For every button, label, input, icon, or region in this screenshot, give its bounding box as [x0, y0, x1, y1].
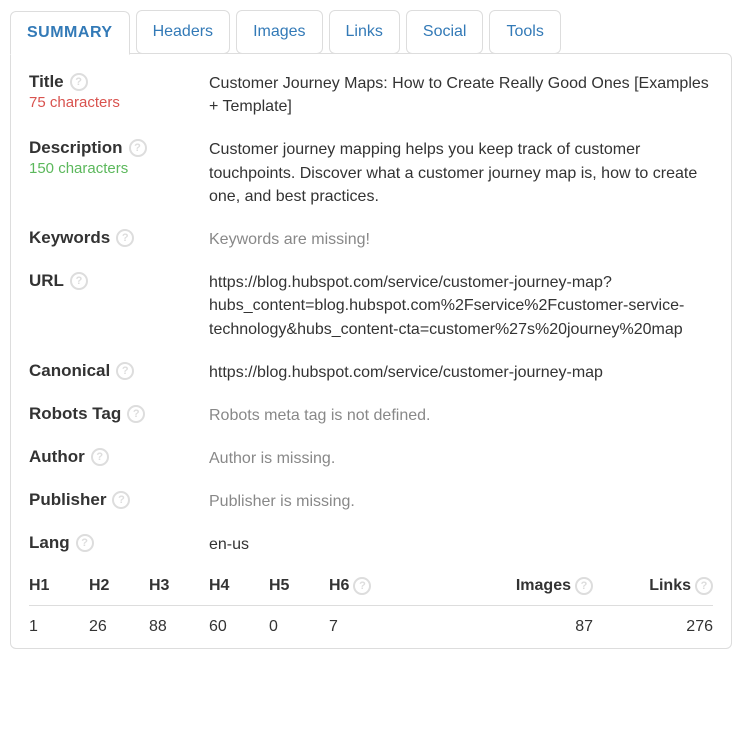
tab-tools[interactable]: Tools — [489, 10, 560, 54]
label-description: Description — [29, 138, 123, 158]
help-icon[interactable]: ? — [575, 577, 593, 595]
label-url: URL — [29, 271, 64, 291]
val-h2: 26 — [89, 618, 107, 636]
col-links: Links — [649, 577, 691, 595]
value-url: https://blog.hubspot.com/service/custome… — [209, 271, 713, 341]
val-h1: 1 — [29, 618, 38, 636]
help-icon[interactable]: ? — [91, 448, 109, 466]
help-icon[interactable]: ? — [116, 362, 134, 380]
help-icon[interactable]: ? — [70, 73, 88, 91]
col-h6: H6 — [329, 577, 349, 595]
row-url: URL ? https://blog.hubspot.com/service/c… — [29, 271, 713, 341]
summary-panel: Title ? 75 characters Customer Journey M… — [10, 53, 732, 649]
value-publisher: Publisher is missing. — [209, 490, 713, 513]
row-author: Author ? Author is missing. — [29, 447, 713, 470]
col-images: Images — [516, 577, 571, 595]
row-keywords: Keywords ? Keywords are missing! — [29, 228, 713, 251]
description-char-count: 150 characters — [29, 160, 209, 177]
val-h4: 60 — [209, 618, 227, 636]
help-icon[interactable]: ? — [70, 272, 88, 290]
tab-headers[interactable]: Headers — [136, 10, 230, 54]
tab-links[interactable]: Links — [329, 10, 400, 54]
val-images: 87 — [443, 618, 593, 636]
val-h3: 88 — [149, 618, 167, 636]
row-description: Description ? 150 characters Customer jo… — [29, 138, 713, 208]
value-lang: en-us — [209, 533, 713, 556]
label-author: Author — [29, 447, 85, 467]
label-lang: Lang — [29, 533, 70, 553]
row-publisher: Publisher ? Publisher is missing. — [29, 490, 713, 513]
row-title: Title ? 75 characters Customer Journey M… — [29, 72, 713, 118]
value-author: Author is missing. — [209, 447, 713, 470]
row-canonical: Canonical ? https://blog.hubspot.com/ser… — [29, 361, 713, 384]
value-title: Customer Journey Maps: How to Create Rea… — [209, 72, 713, 118]
help-icon[interactable]: ? — [116, 229, 134, 247]
value-robots: Robots meta tag is not defined. — [209, 404, 713, 427]
val-h5: 0 — [269, 618, 278, 636]
help-icon[interactable]: ? — [112, 491, 130, 509]
label-keywords: Keywords — [29, 228, 110, 248]
tab-bar: SUMMARY Headers Images Links Social Tool… — [10, 10, 732, 54]
help-icon[interactable]: ? — [129, 139, 147, 157]
label-robots: Robots Tag — [29, 404, 121, 424]
help-icon[interactable]: ? — [353, 577, 371, 595]
value-description: Customer journey mapping helps you keep … — [209, 138, 713, 208]
label-title: Title — [29, 72, 64, 92]
row-lang: Lang ? en-us — [29, 533, 713, 556]
value-canonical: https://blog.hubspot.com/service/custome… — [209, 361, 713, 384]
label-canonical: Canonical — [29, 361, 110, 381]
help-icon[interactable]: ? — [695, 577, 713, 595]
tab-images[interactable]: Images — [236, 10, 322, 54]
help-icon[interactable]: ? — [76, 534, 94, 552]
stats-table: H1 H2 H3 H4 H5 H6? Images? Links? 1 26 8… — [29, 577, 713, 636]
tab-social[interactable]: Social — [406, 10, 484, 54]
label-publisher: Publisher — [29, 490, 106, 510]
title-char-count: 75 characters — [29, 94, 209, 111]
col-h1: H1 — [29, 577, 49, 595]
col-h4: H4 — [209, 577, 229, 595]
col-h5: H5 — [269, 577, 289, 595]
val-links: 276 — [593, 618, 713, 636]
tab-summary[interactable]: SUMMARY — [10, 11, 130, 55]
val-h6: 7 — [329, 618, 338, 636]
col-h3: H3 — [149, 577, 169, 595]
value-keywords: Keywords are missing! — [209, 228, 713, 251]
row-robots: Robots Tag ? Robots meta tag is not defi… — [29, 404, 713, 427]
help-icon[interactable]: ? — [127, 405, 145, 423]
col-h2: H2 — [89, 577, 109, 595]
